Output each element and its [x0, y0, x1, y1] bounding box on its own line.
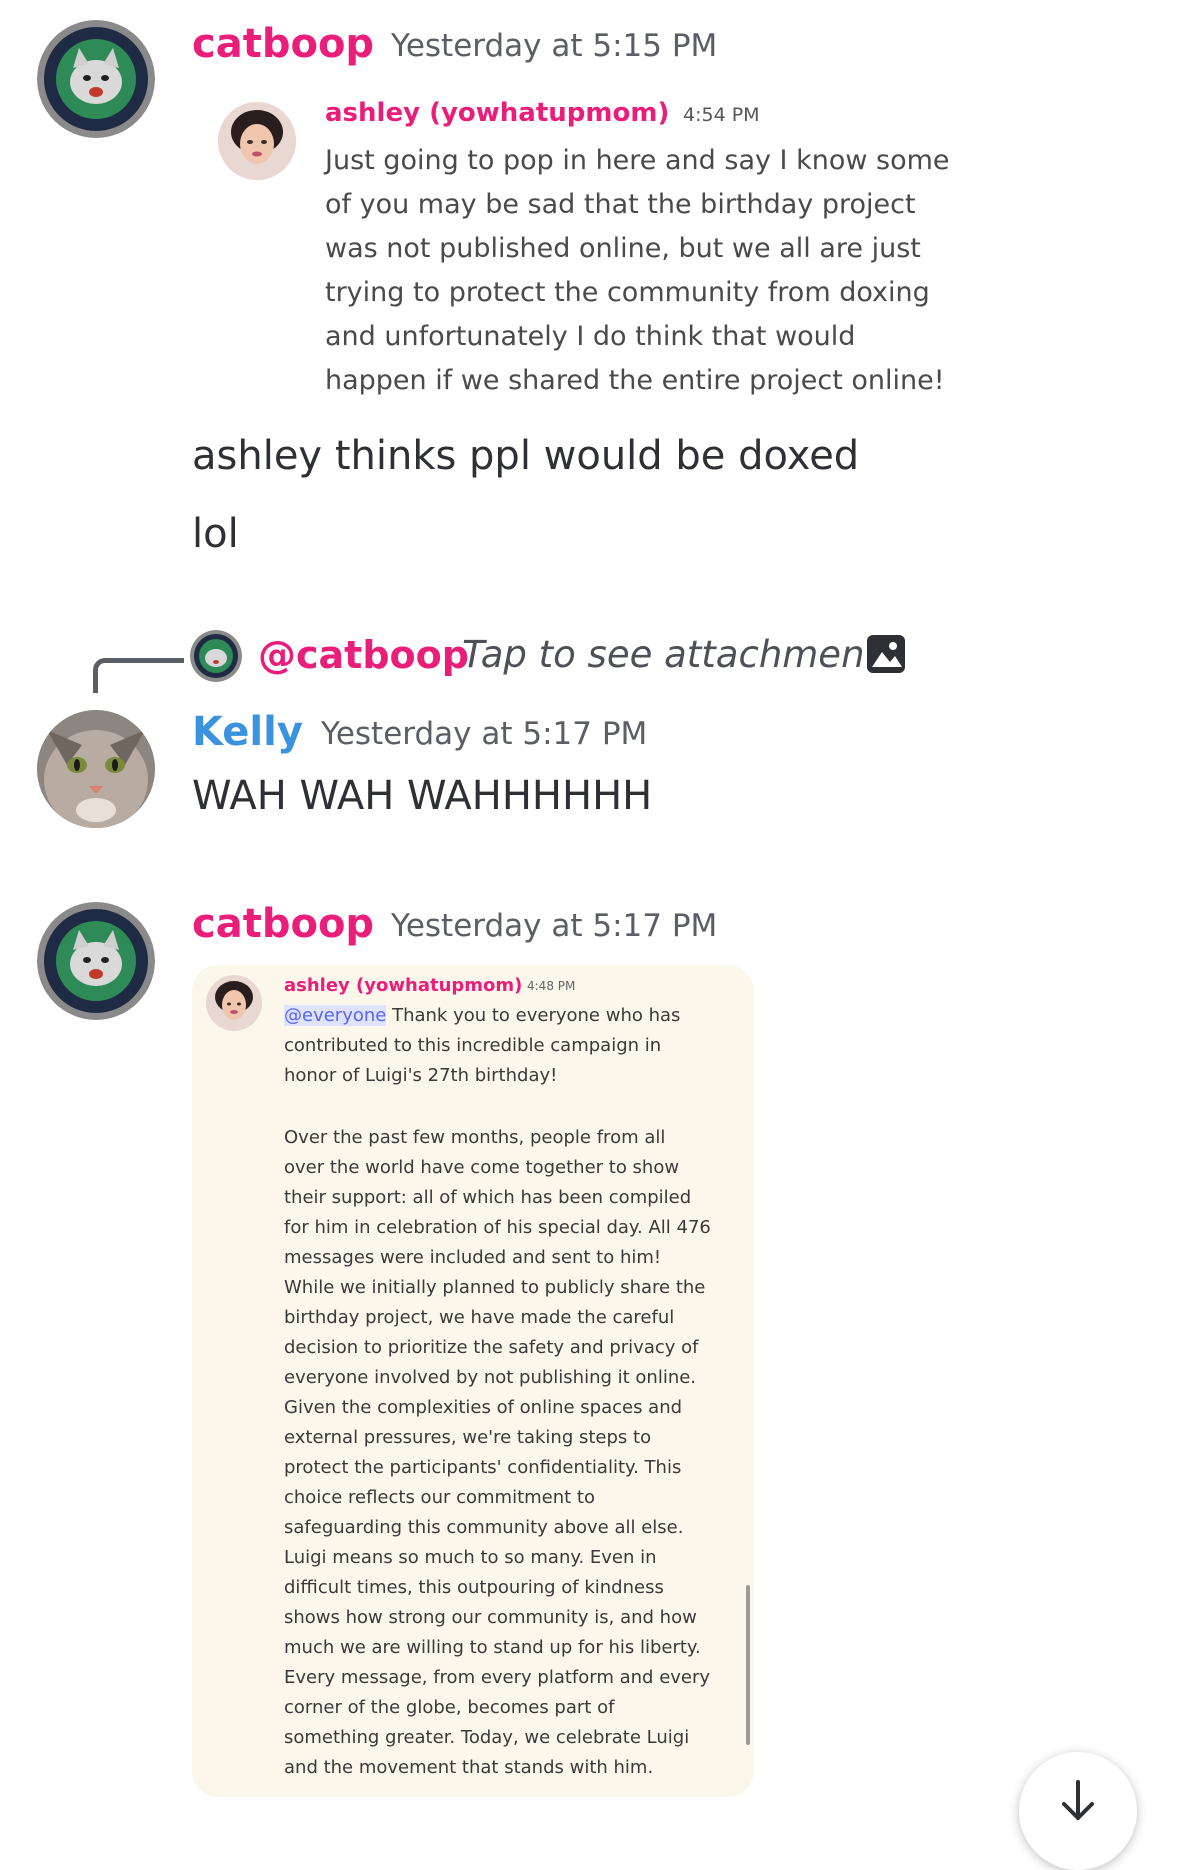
- quoted-line: honor of Luigi's 27th birthday!: [284, 1065, 558, 1086]
- scroll-to-bottom-button[interactable]: [1019, 1752, 1137, 1870]
- quoted-line: happen if we shared the entire project o…: [325, 365, 945, 396]
- message-timestamp: Yesterday at 5:17 PM: [391, 908, 718, 944]
- reply-mention[interactable]: @catboop: [258, 632, 469, 678]
- quoted-line: choice reflects our commitment to: [284, 1487, 596, 1508]
- author-name[interactable]: catboop: [192, 20, 374, 68]
- quoted-line: Just going to pop in here and say I know…: [325, 145, 950, 176]
- quoted-line: trying to protect the community from dox…: [325, 277, 930, 308]
- reply-text[interactable]: Tap to see attachment: [462, 632, 879, 678]
- quoted-line-rest: Thank you to everyone who has: [386, 1005, 681, 1026]
- message-text: WAH WAH WAHHHHHH: [192, 773, 653, 819]
- quoted-avatar: [206, 975, 262, 1031]
- quoted-line: much we are willing to stand up for his …: [284, 1637, 701, 1658]
- message-text: ashley thinks ppl would be doxed: [192, 433, 860, 479]
- quoted-line: shows how strong our community is, and h…: [284, 1607, 697, 1628]
- quoted-line: Every message, from every platform and e…: [284, 1667, 711, 1688]
- avatar-kelly[interactable]: [37, 710, 155, 828]
- author-name[interactable]: Kelly: [192, 708, 303, 756]
- author-name[interactable]: catboop: [192, 900, 374, 948]
- quoted-screenshot-attachment[interactable]: ashley (yowhatupmom) 4:48 PM @everyone T…: [192, 965, 754, 1797]
- quoted-line: something greater. Today, we celebrate L…: [284, 1727, 690, 1748]
- quoted-screenshot-attachment[interactable]: ashley (yowhatupmom) 4:54 PM Just going …: [208, 86, 978, 408]
- quoted-line: Luigi means so much to so many. Even in: [284, 1547, 657, 1568]
- quoted-time: 4:54 PM: [683, 104, 760, 126]
- arrow-down-icon: [1058, 1778, 1098, 1828]
- quoted-line: external pressures, we're taking steps t…: [284, 1427, 652, 1448]
- quoted-line: was not published online, but we all are…: [325, 233, 921, 264]
- message-timestamp: Yesterday at 5:15 PM: [391, 28, 718, 64]
- image-icon: [866, 634, 906, 674]
- quoted-time: 4:48 PM: [527, 979, 576, 993]
- quoted-line: @everyone Thank you to everyone who has: [284, 1003, 680, 1029]
- avatar-catboop[interactable]: [37, 902, 155, 1020]
- reply-connector-line: [93, 658, 184, 693]
- quoted-avatar: [218, 102, 296, 180]
- quoted-line: and unfortunately I do think that would: [325, 321, 856, 352]
- avatar-catboop[interactable]: [37, 20, 155, 138]
- everyone-mention: @everyone: [284, 1005, 387, 1026]
- quoted-line: messages were included and sent to him!: [284, 1247, 662, 1268]
- quoted-author: ashley (yowhatupmom): [284, 975, 523, 996]
- quoted-line: everyone involved by not publishing it o…: [284, 1367, 697, 1388]
- quoted-line: safeguarding this community above all el…: [284, 1517, 684, 1538]
- quoted-author: ashley (yowhatupmom): [325, 98, 670, 128]
- quoted-line: contributed to this incredible campaign …: [284, 1035, 662, 1056]
- quoted-line: corner of the globe, becomes part of: [284, 1697, 615, 1718]
- quoted-line: of you may be sad that the birthday proj…: [325, 189, 916, 220]
- message-text: lol: [192, 511, 239, 557]
- reply-avatar[interactable]: [190, 630, 242, 682]
- quoted-line: their support: all of which has been com…: [284, 1187, 692, 1208]
- quoted-line: Over the past few months, people from al…: [284, 1127, 666, 1148]
- quoted-line: decision to prioritize the safety and pr…: [284, 1337, 699, 1358]
- quoted-line: over the world have come together to sho…: [284, 1157, 680, 1178]
- quoted-line: for him in celebration of his special da…: [284, 1217, 711, 1238]
- quoted-line: protect the participants' confidentialit…: [284, 1457, 682, 1478]
- quoted-line: While we initially planned to publicly s…: [284, 1277, 706, 1298]
- quoted-line: Given the complexities of online spaces …: [284, 1397, 683, 1418]
- quoted-line: difficult times, this outpouring of kind…: [284, 1577, 664, 1598]
- quoted-scrollbar: [746, 1585, 750, 1745]
- quoted-line: and the movement that stands with him.: [284, 1757, 654, 1778]
- quoted-line: birthday project, we have made the caref…: [284, 1307, 675, 1328]
- message-timestamp: Yesterday at 5:17 PM: [321, 716, 648, 752]
